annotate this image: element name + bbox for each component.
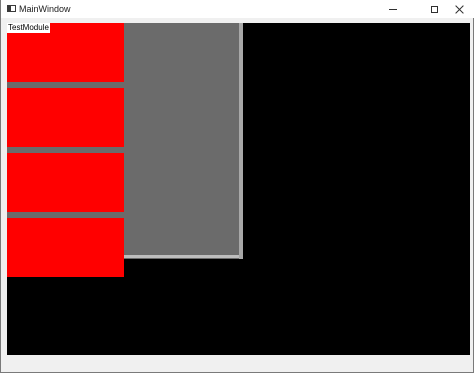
red-block-2[interactable] (7, 88, 124, 147)
minimize-icon (389, 8, 397, 10)
window-title: MainWindow (19, 4, 71, 14)
module-label: TestModule (7, 23, 50, 33)
close-icon (455, 5, 464, 14)
minimize-button[interactable] (378, 0, 408, 18)
status-bar (1, 356, 473, 372)
window-app-icon (7, 5, 16, 12)
title-bar[interactable]: MainWindow (1, 0, 474, 18)
red-block-4[interactable] (7, 218, 124, 277)
main-viewport[interactable]: TestModule (7, 23, 470, 355)
red-block-3[interactable] (7, 153, 124, 212)
maximize-icon (430, 5, 438, 13)
main-window: MainWindow TestModule (0, 0, 474, 373)
close-button[interactable] (444, 0, 474, 18)
